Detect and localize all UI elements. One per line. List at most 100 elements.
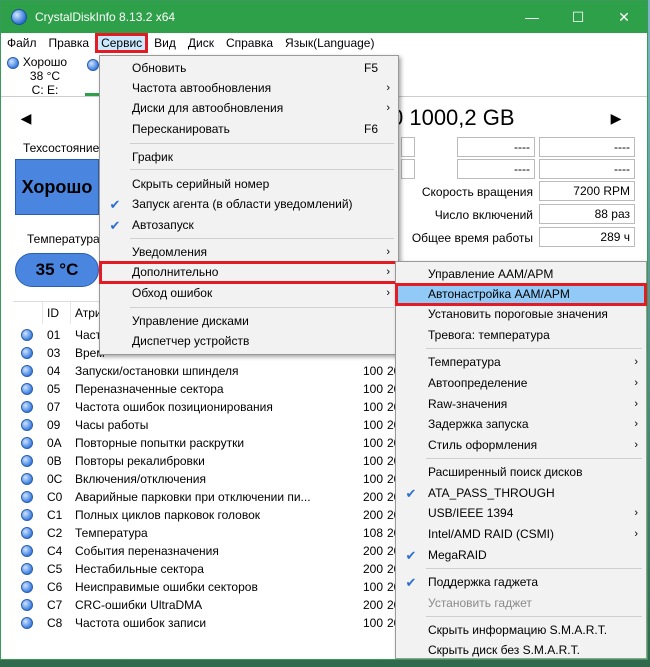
row-status-icon: [21, 347, 33, 359]
menu-view[interactable]: Вид: [148, 33, 182, 53]
advanced-menu-item[interactable]: ✔ Поддержка гаджета: [396, 572, 646, 593]
check-icon: ✔: [405, 548, 417, 563]
info-box-left1: [401, 137, 415, 157]
advanced-menu-item[interactable]: Задержка запуска ›: [396, 414, 646, 435]
service-menu-separator: [130, 238, 394, 239]
menu-item-label: Запуск агента (в области уведомлений): [132, 197, 353, 211]
row-id: 01: [47, 328, 61, 342]
menu-item-label: Дополнительно: [132, 265, 219, 279]
menu-item-label: Raw-значения: [428, 397, 508, 411]
advanced-menu-item[interactable]: ✔ ATA_PASS_THROUGH: [396, 483, 646, 504]
col-id[interactable]: ID: [43, 302, 71, 324]
table-row[interactable]: 04Запуски/остановки шпинделя100200: [13, 362, 433, 380]
row-current: 200: [362, 544, 383, 558]
row-current: 100: [362, 364, 383, 378]
table-row[interactable]: 05Переназначенные сектора100200: [13, 380, 433, 398]
table-row[interactable]: 0AПовторные попытки раскрутки100200: [13, 434, 433, 452]
advanced-menu-item[interactable]: USB/IEEE 1394 ›: [396, 503, 646, 524]
table-row[interactable]: C2Температура108200: [13, 524, 433, 542]
row-status-icon: [21, 419, 33, 431]
table-row[interactable]: C0 Аварийные парковки при отключении пи..…: [13, 488, 433, 506]
service-menu-item[interactable]: Обход ошибок ›: [100, 283, 398, 304]
health-label: Техсостояние: [23, 141, 100, 155]
table-row[interactable]: 0BПовторы рекалибровки100200: [13, 452, 433, 470]
menu-item-label: Автоопределение: [428, 376, 528, 390]
advanced-menu-item[interactable]: ✔ MegaRAID: [396, 545, 646, 566]
row-attribute: Полных циклов парковок головок: [75, 508, 261, 522]
chevron-right-icon: ›: [634, 528, 638, 540]
table-row[interactable]: 0CВключения/отключения100200: [13, 470, 433, 488]
maximize-button[interactable]: ☐: [555, 1, 601, 33]
advanced-menu-item[interactable]: Установить пороговые значения: [396, 304, 646, 325]
row-current: 100: [362, 454, 383, 468]
row-current: 200: [362, 490, 383, 504]
advanced-menu-item[interactable]: Тревога: температура: [396, 325, 646, 346]
drive-status: Хорошо: [22, 55, 68, 69]
window-title: CrystalDiskInfo 8.13.2 x64: [35, 10, 176, 24]
menu-item-label: Обновить: [132, 61, 187, 75]
menu-service[interactable]: Сервис: [95, 33, 149, 53]
service-menu-item[interactable]: График: [100, 147, 398, 168]
advanced-menu-item[interactable]: Скрыть диск без S.M.A.R.T.: [396, 640, 646, 659]
advanced-menu-item[interactable]: Скрыть информацию S.M.A.R.T.: [396, 620, 646, 641]
service-menu-item[interactable]: Диски для автообновления ›: [100, 98, 398, 119]
menu-file[interactable]: Файл: [1, 33, 43, 53]
prev-disk-icon[interactable]: ◀: [17, 109, 35, 127]
row-status-icon: [21, 509, 33, 521]
table-row[interactable]: C4События переназначения200200: [13, 542, 433, 560]
advanced-menu-item[interactable]: Температура ›: [396, 352, 646, 373]
service-menu-item[interactable]: Диспетчер устройств: [100, 331, 398, 352]
table-row[interactable]: C1Полных циклов парковок головок200200: [13, 506, 433, 524]
service-menu-item[interactable]: Обновить F5: [100, 58, 398, 79]
drive2-status-icon[interactable]: [87, 59, 99, 71]
row-status-icon: [21, 599, 33, 611]
advanced-menu-item[interactable]: Intel/AMD RAID (CSMI) ›: [396, 524, 646, 545]
health-status-badge[interactable]: Хорошо: [15, 159, 99, 215]
menu-language[interactable]: Язык(Language): [279, 33, 380, 53]
shortcut-label: F5: [363, 61, 378, 75]
col-status[interactable]: [13, 302, 43, 324]
row-status-icon: [21, 563, 33, 575]
menu-item-label: Автозапуск: [132, 218, 194, 232]
table-row[interactable]: C6Неисправимые ошибки секторов100200: [13, 578, 433, 596]
row-id: C7: [47, 598, 63, 612]
app-window: CrystalDiskInfo 8.13.2 x64 — ☐ ✕ Файл Пр…: [0, 0, 648, 660]
close-button[interactable]: ✕: [601, 1, 647, 33]
advanced-menu-item[interactable]: Raw-значения ›: [396, 394, 646, 415]
menu-disk[interactable]: Диск: [182, 33, 220, 53]
app-icon: [11, 9, 27, 25]
row-status-icon: [21, 455, 33, 467]
service-menu-item[interactable]: Пересканировать F6: [100, 119, 398, 140]
service-menu-item[interactable]: ✔ Автозапуск: [100, 215, 398, 236]
table-row[interactable]: 07Частота ошибок позиционирования100200: [13, 398, 433, 416]
menu-item-label: График: [132, 150, 173, 164]
advanced-menu-item[interactable]: Автоопределение ›: [396, 373, 646, 394]
row-attribute: Запуски/остановки шпинделя: [75, 364, 239, 378]
advanced-menu-item[interactable]: Управление AAM/APM: [396, 264, 646, 285]
table-row[interactable]: C7CRC-ошибки UltraDMA200200: [13, 596, 433, 614]
row-attribute: Неисправимые ошибки секторов: [75, 580, 258, 594]
next-disk-icon[interactable]: ▶: [607, 109, 625, 127]
service-menu-item[interactable]: Управление дисками: [100, 311, 398, 332]
service-menu-item[interactable]: Частота автообновления ›: [100, 78, 398, 99]
menu-help[interactable]: Справка: [220, 33, 279, 53]
table-row[interactable]: C8Частота ошибок записи100200: [13, 614, 433, 632]
service-menu-item[interactable]: Уведомления ›: [100, 242, 398, 263]
service-menu-item[interactable]: Дополнительно ›: [99, 261, 399, 284]
table-row[interactable]: 09Часы работы100200: [13, 416, 433, 434]
advanced-menu-item[interactable]: Стиль оформления ›: [396, 435, 646, 456]
minimize-button[interactable]: —: [509, 1, 555, 33]
service-menu-item[interactable]: ✔ Запуск агента (в области уведомлений): [100, 194, 398, 215]
check-icon: ✔: [109, 197, 121, 212]
shortcut-label: F6: [363, 122, 378, 136]
table-row[interactable]: C5Нестабильные сектора200200: [13, 560, 433, 578]
advanced-menu-item[interactable]: Расширенный поиск дисков: [396, 462, 646, 483]
chevron-right-icon: ›: [386, 266, 390, 278]
rotation-value: 7200 RPM: [539, 181, 635, 201]
service-menu-item[interactable]: Скрыть серийный номер: [100, 174, 398, 195]
drive-tab[interactable]: Хорошо 38 °C C: E:: [15, 55, 75, 97]
row-current: 200: [362, 562, 383, 576]
menu-item-label: Обход ошибок: [132, 286, 213, 300]
advanced-menu-item[interactable]: Автонастройка AAM/APM: [395, 283, 647, 306]
menu-edit[interactable]: Правка: [43, 33, 96, 53]
